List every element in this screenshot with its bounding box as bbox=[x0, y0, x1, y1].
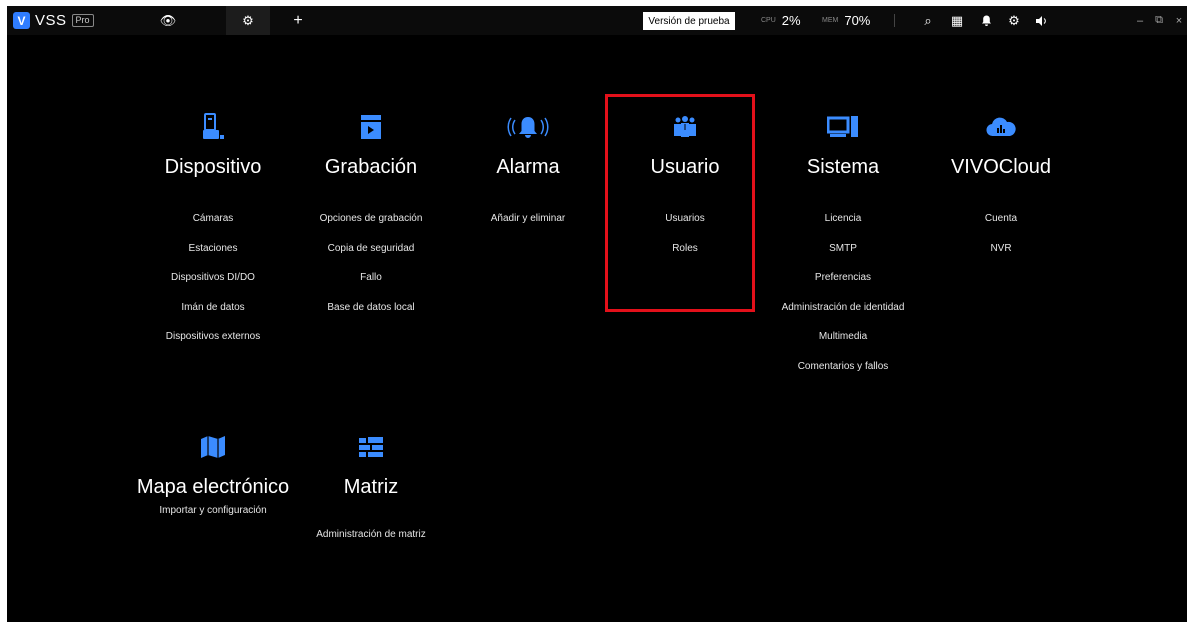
menu-item-anadir-y-eliminar[interactable]: Añadir y eliminar bbox=[448, 213, 608, 243]
category-matriz: Matriz Administración de matriz bbox=[291, 431, 451, 559]
menu-item-base-de-datos-local[interactable]: Base de datos local bbox=[291, 302, 451, 332]
speaker-icon bbox=[1036, 15, 1046, 26]
divider bbox=[894, 14, 895, 27]
volume-button[interactable] bbox=[1031, 6, 1053, 35]
category-mapa-electronico: Mapa electrónico Importar y configuració… bbox=[133, 431, 293, 535]
menu-item-camaras[interactable]: Cámaras bbox=[133, 213, 293, 243]
menu-item-cuenta[interactable]: Cuenta bbox=[921, 213, 1081, 243]
menu-item-comentarios-y-fallos[interactable]: Comentarios y fallos bbox=[763, 361, 923, 391]
menu-item-administracion-de-matriz[interactable]: Administración de matriz bbox=[291, 529, 451, 559]
category-title[interactable]: VIVOCloud bbox=[921, 155, 1081, 179]
category-title[interactable]: Sistema bbox=[763, 155, 923, 179]
app-window: V VSS Pro 👁 ⚙ + Versión de prueba CPU 2%… bbox=[7, 6, 1187, 622]
category-alarma: Alarma Añadir y eliminar bbox=[448, 111, 608, 243]
device-icon bbox=[133, 111, 293, 143]
category-dispositivo: Dispositivo Cámaras Estaciones Dispositi… bbox=[133, 111, 293, 361]
add-tab-button[interactable]: + bbox=[285, 6, 311, 35]
mem-label: MEM bbox=[822, 17, 839, 24]
recording-icon bbox=[291, 111, 451, 143]
restore-button[interactable]: ⧉ bbox=[1150, 6, 1168, 35]
plus-icon: + bbox=[293, 11, 303, 29]
apps-grid-button[interactable]: ▦ bbox=[946, 6, 968, 35]
menu-item-opciones-de-grabacion[interactable]: Opciones de grabación bbox=[291, 213, 451, 243]
category-title[interactable]: Matriz bbox=[291, 475, 451, 499]
cpu-value: 2% bbox=[781, 13, 801, 28]
minimize-button[interactable]: – bbox=[1131, 6, 1149, 35]
category-sistema: Sistema Licencia SMTP Preferencias Admin… bbox=[763, 111, 923, 390]
search-icon: ⌕ bbox=[924, 12, 932, 28]
edition-badge: Pro bbox=[71, 14, 94, 27]
menu-item-dispositivos-di-do[interactable]: Dispositivos DI/DO bbox=[133, 272, 293, 302]
category-title[interactable]: Dispositivo bbox=[133, 155, 293, 179]
cloud-icon bbox=[921, 111, 1081, 143]
menu-item-estaciones[interactable]: Estaciones bbox=[133, 243, 293, 273]
menu-item-fallo[interactable]: Fallo bbox=[291, 272, 451, 302]
grid-icon: ▦ bbox=[950, 12, 964, 28]
alarm-bell-icon bbox=[448, 111, 608, 143]
bell-icon bbox=[981, 15, 991, 26]
menu-item-multimedia[interactable]: Multimedia bbox=[763, 331, 923, 361]
app-logo: V VSS Pro bbox=[13, 12, 94, 29]
top-bar: V VSS Pro 👁 ⚙ + Versión de prueba CPU 2%… bbox=[7, 6, 1187, 35]
notifications-button[interactable] bbox=[975, 6, 997, 35]
menu-item-dispositivos-externos[interactable]: Dispositivos externos bbox=[133, 331, 293, 361]
search-button[interactable]: ⌕ bbox=[917, 6, 939, 35]
menu-item-nvr[interactable]: NVR bbox=[921, 243, 1081, 273]
category-title[interactable]: Grabación bbox=[291, 155, 451, 179]
close-icon: × bbox=[1175, 14, 1183, 27]
cpu-label: CPU bbox=[761, 17, 776, 24]
app-name: VSS bbox=[35, 12, 67, 29]
category-title[interactable]: Alarma bbox=[448, 155, 608, 179]
gear-icon: ⚙ bbox=[1008, 12, 1020, 28]
tab-live-view[interactable]: 👁 bbox=[151, 6, 185, 35]
system-computer-icon bbox=[763, 111, 923, 143]
vivotek-logo-icon: V bbox=[13, 12, 30, 29]
category-vivocloud: VIVOCloud Cuenta NVR bbox=[921, 111, 1081, 272]
memory-usage: MEM 70% bbox=[822, 6, 870, 35]
category-title[interactable]: Mapa electrónico bbox=[133, 475, 293, 499]
menu-item-smtp[interactable]: SMTP bbox=[763, 243, 923, 273]
menu-item-importar-y-configuracion[interactable]: Importar y configuración bbox=[133, 505, 293, 535]
settings-button[interactable]: ⚙ bbox=[1003, 6, 1025, 35]
menu-item-administracion-de-identidad[interactable]: Administración de identidad bbox=[763, 302, 923, 332]
cpu-usage: CPU 2% bbox=[761, 6, 801, 35]
map-icon bbox=[133, 431, 293, 463]
highlight-box bbox=[605, 94, 755, 312]
close-button[interactable]: × bbox=[1170, 6, 1187, 35]
menu-item-iman-de-datos[interactable]: Imán de datos bbox=[133, 302, 293, 332]
category-grabacion: Grabación Opciones de grabación Copia de… bbox=[291, 111, 451, 331]
matrix-grid-icon bbox=[291, 431, 451, 463]
menu-item-preferencias[interactable]: Preferencias bbox=[763, 272, 923, 302]
tab-settings[interactable]: ⚙ bbox=[226, 6, 270, 35]
mem-value: 70% bbox=[844, 13, 871, 28]
menu-item-copia-de-seguridad[interactable]: Copia de seguridad bbox=[291, 243, 451, 273]
gear-icon: ⚙ bbox=[242, 12, 254, 28]
trial-version-button[interactable]: Versión de prueba bbox=[643, 12, 735, 30]
minimize-icon: – bbox=[1136, 14, 1144, 27]
eye-icon: 👁 bbox=[159, 12, 177, 28]
menu-item-licencia[interactable]: Licencia bbox=[763, 213, 923, 243]
restore-icon: ⧉ bbox=[1155, 14, 1163, 26]
